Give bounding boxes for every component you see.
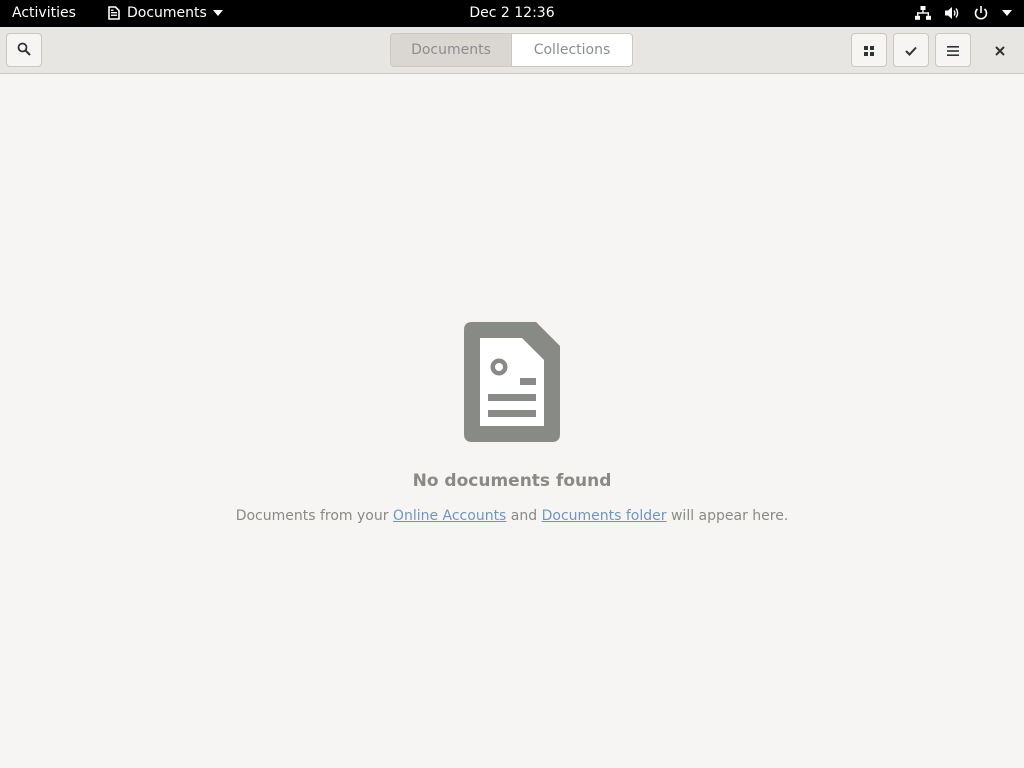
selection-mode-button[interactable] [893,33,929,67]
header-bar: Documents Collections [0,27,1024,74]
empty-state-title: No documents found [412,471,612,491]
menu-button[interactable] [935,33,971,67]
view-mode-button[interactable] [851,33,887,67]
volume-icon[interactable] [944,5,960,21]
app-menu-label: Documents [127,5,207,21]
search-button[interactable] [6,33,42,67]
close-icon [995,41,1005,60]
activities-button[interactable]: Activities [12,0,76,26]
empty-state-desc-prefix: Documents from your [235,508,393,524]
top-bar: Activities Documents Dec 2 12:36 [0,0,1024,27]
grid-view-icon [864,41,874,60]
clock-button[interactable]: Dec 2 12:36 [469,5,554,21]
online-accounts-link[interactable]: Online Accounts [393,508,506,524]
system-tray[interactable] [902,0,1012,26]
empty-state-desc-and: and [506,508,542,524]
chevron-down-icon[interactable] [1002,10,1012,16]
tab-documents[interactable]: Documents [391,34,512,66]
tab-collections[interactable]: Collections [512,34,632,66]
empty-state-description: Documents from your Online Accounts and … [0,508,1024,524]
view-switcher: Documents Collections [390,33,633,67]
app-menu-button[interactable]: Documents [108,0,223,26]
hamburger-menu-icon [947,41,959,60]
network-icon[interactable] [915,5,931,21]
documents-folder-link[interactable]: Documents folder [542,508,667,524]
empty-state-desc-suffix: will appear here. [666,508,789,524]
power-icon[interactable] [973,5,989,21]
document-icon [108,6,120,20]
close-button[interactable] [983,33,1017,67]
empty-document-icon [464,322,560,442]
selection-check-icon [905,41,917,60]
documents-view: No documents found Documents from your O… [0,74,1024,768]
chevron-down-icon [212,10,223,16]
search-icon [17,41,31,60]
